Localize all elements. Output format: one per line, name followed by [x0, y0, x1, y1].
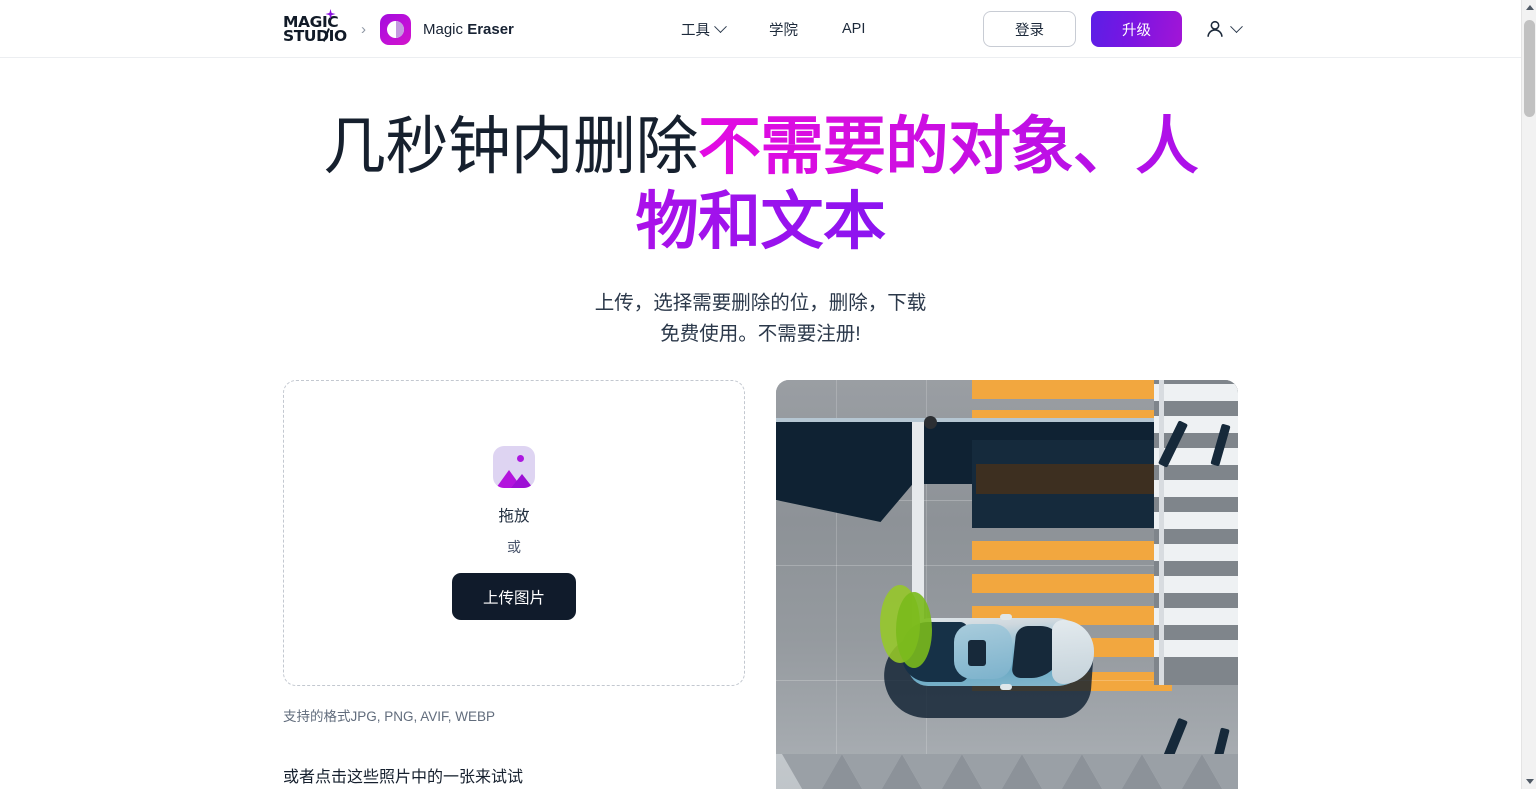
app-title: Magic Eraser: [423, 21, 514, 38]
account-chevron-down-icon: [1230, 19, 1243, 33]
account-menu[interactable]: [1204, 18, 1243, 40]
upload-image-button[interactable]: 上传图片: [452, 573, 576, 620]
awning-inner: [976, 464, 1154, 494]
hero-section: 几秒钟内删除不需要的对象、人物和文本 上传，选择需要删除的位，删除，下载 免费使…: [0, 58, 1521, 350]
awning-fixture: [924, 416, 937, 429]
hero-subtitle: 上传，选择需要删除的位，删除，下载 免费使用。不需要注册!: [0, 288, 1521, 350]
chevron-down-icon: [714, 19, 727, 33]
image-placeholder-icon: [493, 446, 535, 488]
nav-item-academy-label: 学院: [769, 22, 798, 39]
eraser-brush-stroke-2: [896, 592, 932, 668]
breadcrumb-separator: ›: [361, 20, 366, 38]
magic-eraser-app-icon[interactable]: [380, 13, 411, 45]
scrollbar-thumb[interactable]: [1524, 20, 1535, 117]
tile-floor: [776, 754, 1238, 789]
dropzone[interactable]: 拖放 或 上传图片: [283, 380, 745, 686]
or-label: 或: [507, 539, 521, 555]
page-scrollbar[interactable]: [1521, 0, 1536, 789]
sparkle-icon: [325, 9, 336, 20]
main-columns: 拖放 或 上传图片 支持的格式JPG, PNG, AVIF, WEBP 或者点击…: [283, 380, 1238, 789]
login-button[interactable]: 登录: [983, 11, 1076, 47]
drag-label: 拖放: [498, 508, 530, 525]
nav-item-api[interactable]: API: [842, 13, 865, 45]
headline-accent: 不需要的对象、人物和文本: [635, 112, 1199, 257]
app-title-bold: Eraser: [467, 20, 514, 38]
scroll-down-arrow-icon[interactable]: [1522, 774, 1536, 789]
scroll-up-arrow-icon[interactable]: [1522, 0, 1536, 15]
upload-column: 拖放 或 上传图片 支持的格式JPG, PNG, AVIF, WEBP 或者点击…: [283, 380, 745, 789]
app-title-light: Magic: [423, 20, 468, 38]
sun-dot: [517, 455, 524, 462]
preview-photo[interactable]: [776, 380, 1238, 789]
page-title: 几秒钟内删除不需要的对象、人物和文本: [0, 110, 1521, 260]
main-nav: 工具 学院 API: [681, 0, 865, 58]
crosswalk-edge: [1159, 380, 1164, 685]
magic-studio-logo[interactable]: MAGIC STUDIO: [283, 9, 347, 46]
headline-plain: 几秒钟内删除: [323, 112, 699, 182]
nav-item-tools-label: 工具: [681, 22, 710, 39]
header-actions: 登录 升级: [983, 0, 1243, 58]
mountain-shape-right: [511, 474, 533, 488]
site-header: MAGIC STUDIO › Magic Eraser 工具 学院 API 登录…: [0, 0, 1521, 58]
brand-zone: MAGIC STUDIO › Magic Eraser: [283, 9, 514, 46]
subtitle-line-2: 免费使用。不需要注册!: [660, 322, 861, 345]
nav-item-api-label: API: [842, 21, 866, 37]
upgrade-button[interactable]: 升级: [1091, 11, 1182, 47]
subtitle-line-1: 上传，选择需要删除的位，删除，下载: [594, 291, 927, 314]
user-avatar-icon: [1207, 20, 1223, 37]
car-sunroof: [968, 640, 986, 666]
page-root: MAGIC STUDIO › Magic Eraser 工具 学院 API 登录…: [0, 0, 1536, 789]
try-samples-label: 或者点击这些照片中的一张来试试: [283, 769, 524, 786]
nav-item-tools[interactable]: 工具: [681, 11, 727, 48]
supported-formats-label: 支持的格式JPG, PNG, AVIF, WEBP: [283, 709, 496, 724]
eraser-glyph: [387, 20, 404, 38]
nav-item-academy[interactable]: 学院: [769, 11, 798, 48]
